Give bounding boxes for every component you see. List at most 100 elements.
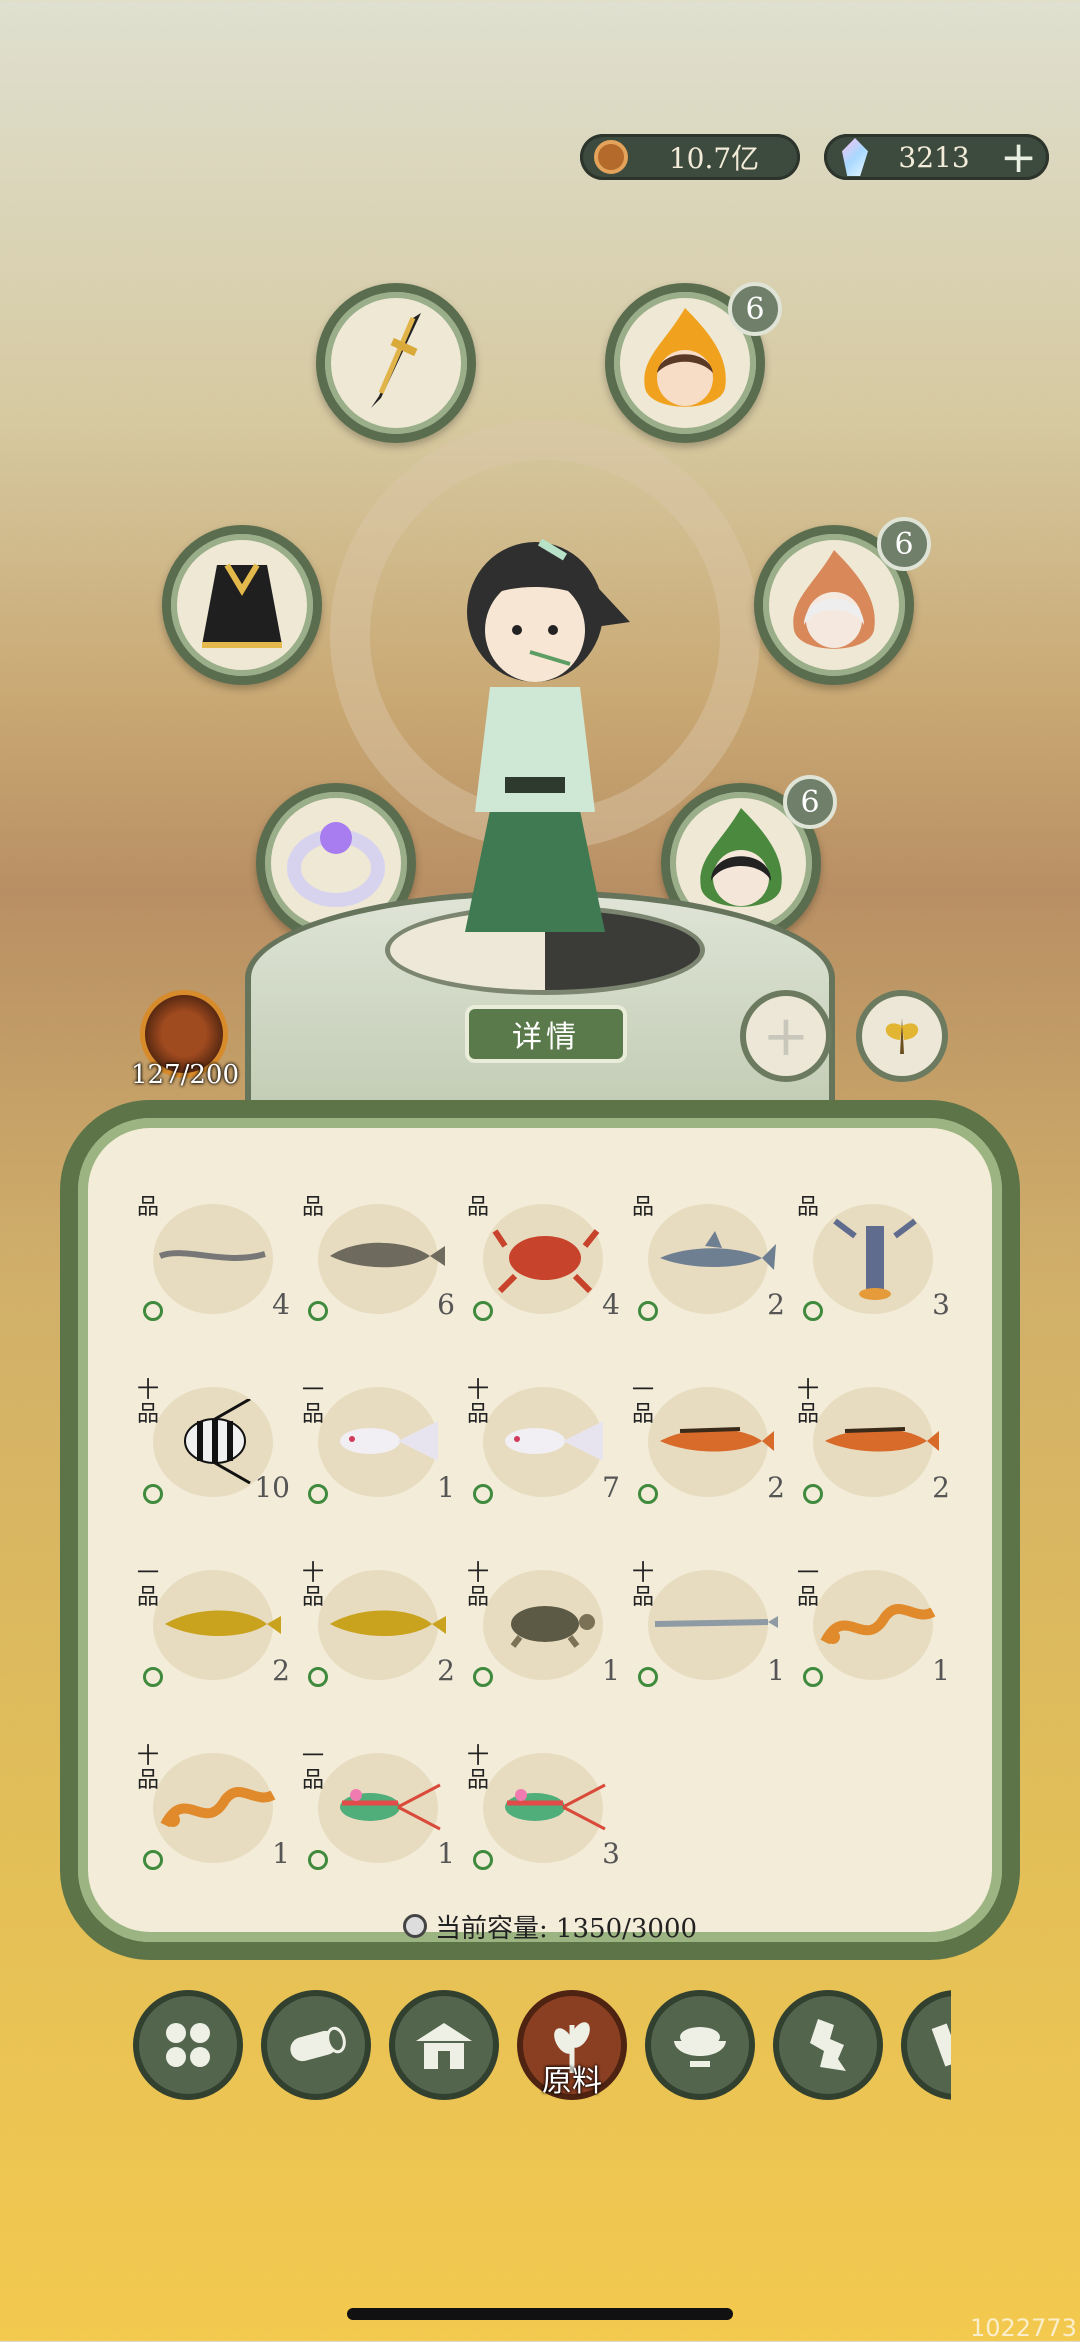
inventory-item[interactable]: 品6 [300, 1196, 455, 1321]
fire-spirit-icon [644, 308, 726, 407]
coin-icon [594, 140, 628, 174]
bowl-icon [674, 2027, 726, 2067]
item-count: 1 [767, 1654, 785, 1687]
item-count: 2 [437, 1654, 455, 1687]
nav-ingredients-label: 原料 [542, 2064, 602, 2099]
pet-level-badge: 6 [783, 775, 837, 829]
coin-counter: 10.7亿 [580, 134, 800, 180]
needlefish-icon [654, 1616, 778, 1628]
nav-log-button[interactable] [261, 1990, 371, 2100]
character-avatar[interactable] [420, 512, 650, 952]
inventory-item[interactable]: 十品 2 [300, 1562, 455, 1687]
fresh-icon [308, 1301, 328, 1321]
inventory-item[interactable]: 品4 [465, 1196, 620, 1321]
white-hair-spirit-icon [793, 550, 875, 649]
item-grade: 品 [796, 1195, 819, 1220]
item-grade: 一品 [301, 1378, 324, 1427]
item-count: 1 [437, 1471, 455, 1504]
fresh-icon [638, 1301, 658, 1321]
turtle-icon [510, 1606, 595, 1648]
details-label: 详情 [512, 1020, 580, 1055]
watermark: 1022773 [970, 2314, 1077, 2342]
item-grade: 十品 [796, 1378, 819, 1427]
inventory-item[interactable]: 十品 1 [630, 1562, 785, 1687]
coin-amount: 10.7亿 [668, 142, 760, 175]
home-indicator[interactable] [347, 2308, 733, 2320]
item-grade: 十品 [301, 1561, 324, 1610]
inventory-item[interactable]: 一品 2 [135, 1562, 290, 1687]
item-grade: 一品 [631, 1378, 654, 1427]
item-count: 6 [437, 1288, 455, 1321]
plus-icon: + [762, 1003, 810, 1069]
dragon-icon [820, 1604, 936, 1645]
fresh-icon [803, 1301, 823, 1321]
log-icon [290, 2026, 346, 2062]
inventory-item[interactable]: 一品 2 [630, 1379, 785, 1504]
lobster-icon [833, 1218, 917, 1300]
redfish-icon [660, 1427, 774, 1452]
house-icon [416, 2023, 472, 2069]
crystal-icon [842, 138, 868, 176]
inventory-item[interactable]: 十品 3 [465, 1745, 620, 1870]
fresh-icon [143, 1484, 163, 1504]
inventory-item[interactable]: 一品 1 [300, 1379, 455, 1504]
guppy-icon [340, 1421, 438, 1461]
gem-counter: 3213 + [824, 132, 1049, 183]
fresh-icon [638, 1484, 658, 1504]
inventory-item[interactable]: 十品 2 [795, 1379, 950, 1504]
inventory-item[interactable]: 十品 1 [465, 1562, 620, 1687]
item-grade: 十品 [631, 1561, 654, 1610]
inventory-item[interactable]: 品4 [135, 1196, 290, 1321]
inventory-item[interactable]: 十品 10 [135, 1379, 290, 1504]
item-count: 7 [602, 1471, 620, 1504]
nav-grid-button[interactable] [133, 1990, 243, 2100]
ring-icon [287, 822, 385, 907]
item-count: 2 [767, 1288, 785, 1321]
fresh-icon [473, 1484, 493, 1504]
capacity-bar: 当前容量: 1350/3000 [380, 1906, 720, 1946]
inventory-item[interactable]: 品3 [795, 1196, 950, 1321]
plus-icon[interactable]: + [1000, 132, 1037, 183]
capacity-icon [402, 1914, 427, 1938]
fresh-icon [308, 1484, 328, 1504]
add-slot-button[interactable]: + [740, 990, 832, 1082]
item-grade: 一品 [301, 1744, 324, 1793]
map-icon [810, 2019, 846, 2071]
nav-map-button[interactable] [773, 1990, 883, 2100]
stamina-value: 127/200 [130, 1060, 239, 1090]
capacity-label: 当前容量: 1350/3000 [434, 1913, 698, 1944]
item-grade: 品 [631, 1195, 654, 1220]
inventory-item[interactable]: 一品 1 [795, 1562, 950, 1687]
arowana-icon [165, 1610, 281, 1636]
moth-pet-slot[interactable] [856, 990, 948, 1082]
item-grade: 十品 [466, 1744, 489, 1793]
fresh-icon [473, 1301, 493, 1321]
inventory-item[interactable]: 一品 1 [300, 1745, 455, 1870]
pet-level-badge: 6 [877, 517, 931, 571]
nav-house-button[interactable] [389, 1990, 499, 2100]
dragon-icon [160, 1787, 276, 1828]
fresh-icon [143, 1850, 163, 1870]
inventory-item[interactable]: 品2 [630, 1196, 785, 1321]
item-count: 3 [602, 1837, 620, 1870]
nav-scroll-button[interactable] [901, 1990, 951, 2100]
item-grade: 十品 [466, 1378, 489, 1427]
item-count: 1 [932, 1654, 950, 1687]
inventory-item[interactable]: 十品 7 [465, 1379, 620, 1504]
gem-amount: 3213 [898, 140, 970, 174]
item-grade: 十品 [136, 1744, 159, 1793]
item-count: 1 [437, 1837, 455, 1870]
weapon-slot[interactable] [316, 283, 476, 443]
nav-bowl-button[interactable] [645, 1990, 755, 2100]
pet-level-badge: 6 [728, 282, 782, 336]
item-grade: 十品 [136, 1378, 159, 1427]
inventory-item[interactable]: 十品 1 [135, 1745, 290, 1870]
eel-icon [158, 1250, 266, 1261]
item-count: 10 [254, 1471, 290, 1504]
fresh-icon [308, 1667, 328, 1687]
armor-slot[interactable] [162, 525, 322, 685]
item-count: 2 [767, 1471, 785, 1504]
details-button[interactable]: 详情 [465, 1005, 627, 1063]
item-count: 3 [932, 1288, 950, 1321]
fresh-icon [473, 1850, 493, 1870]
